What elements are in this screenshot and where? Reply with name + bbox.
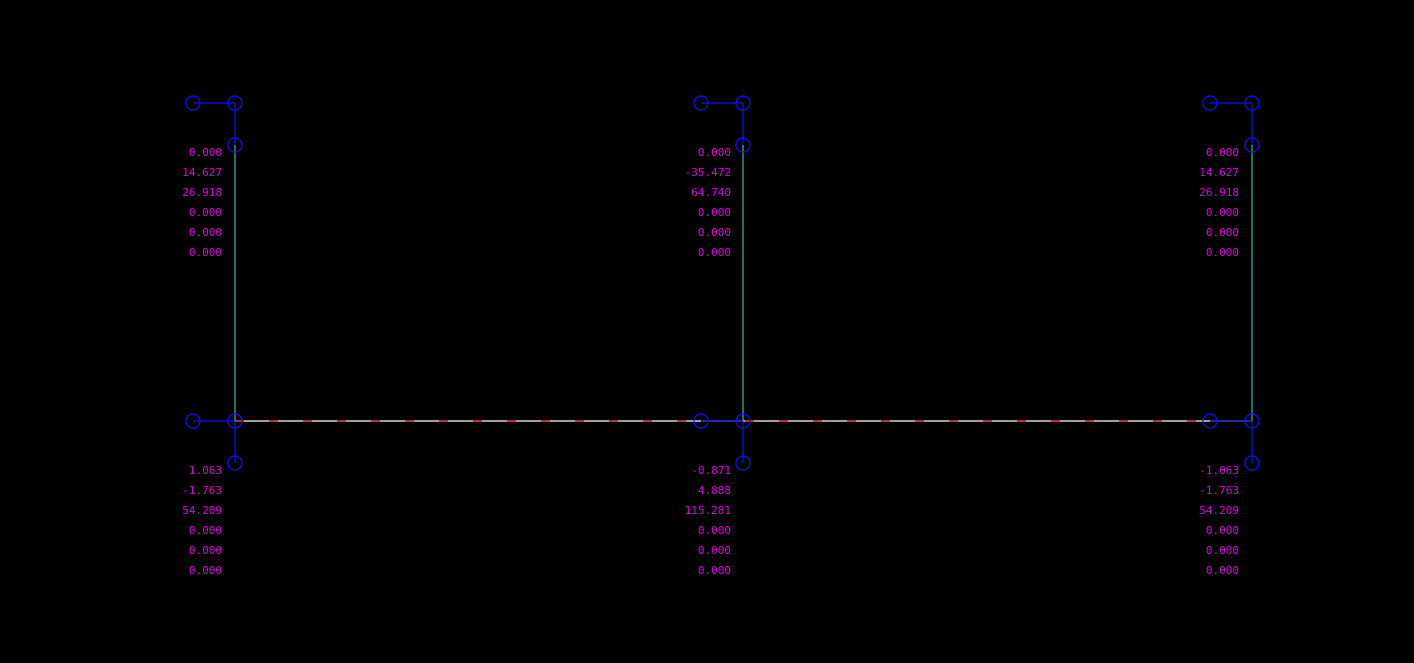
value-label: 54.209 — [1199, 504, 1239, 517]
structure-canvas: 0.000 14.627 26.918 0.000 0.000 0.000 1.… — [0, 0, 1414, 663]
value-label: 0.000 — [1206, 564, 1239, 577]
value-label: 115.281 — [685, 504, 731, 517]
value-label: 0.000 — [189, 524, 222, 537]
value-label: 0.000 — [698, 524, 731, 537]
value-label: -35.472 — [685, 166, 731, 179]
value-label: 0.000 — [189, 544, 222, 557]
value-label: 26.918 — [1199, 186, 1239, 199]
value-label: 0.000 — [189, 206, 222, 219]
value-label: 0.000 — [189, 226, 222, 239]
value-label: 0.000 — [698, 246, 731, 259]
value-label: 14.627 — [182, 166, 222, 179]
value-label: 0.000 — [698, 564, 731, 577]
value-label: 0.000 — [1206, 544, 1239, 557]
value-label: 0.000 — [1206, 524, 1239, 537]
value-label: 0.000 — [1206, 226, 1239, 239]
value-label: 0.000 — [189, 246, 222, 259]
value-label: 0.000 — [1206, 146, 1239, 159]
value-label: 0.000 — [1206, 206, 1239, 219]
value-label: -1.763 — [1199, 484, 1239, 497]
value-label: 14.627 — [1199, 166, 1239, 179]
value-label: 0.000 — [189, 146, 222, 159]
value-label: -1.063 — [1199, 464, 1239, 477]
value-label: -0.871 — [691, 464, 731, 477]
value-label: 0.000 — [698, 226, 731, 239]
value-label: -1.763 — [182, 484, 222, 497]
value-label: 0.000 — [698, 146, 731, 159]
value-label: 0.000 — [1206, 246, 1239, 259]
value-label: 1.063 — [189, 464, 222, 477]
value-label: 0.000 — [698, 206, 731, 219]
value-label: 54.209 — [182, 504, 222, 517]
value-label: 4.888 — [698, 484, 731, 497]
value-label: 0.000 — [189, 564, 222, 577]
value-label: 26.918 — [182, 186, 222, 199]
value-label: 64.740 — [691, 186, 731, 199]
value-label: 0.000 — [698, 544, 731, 557]
